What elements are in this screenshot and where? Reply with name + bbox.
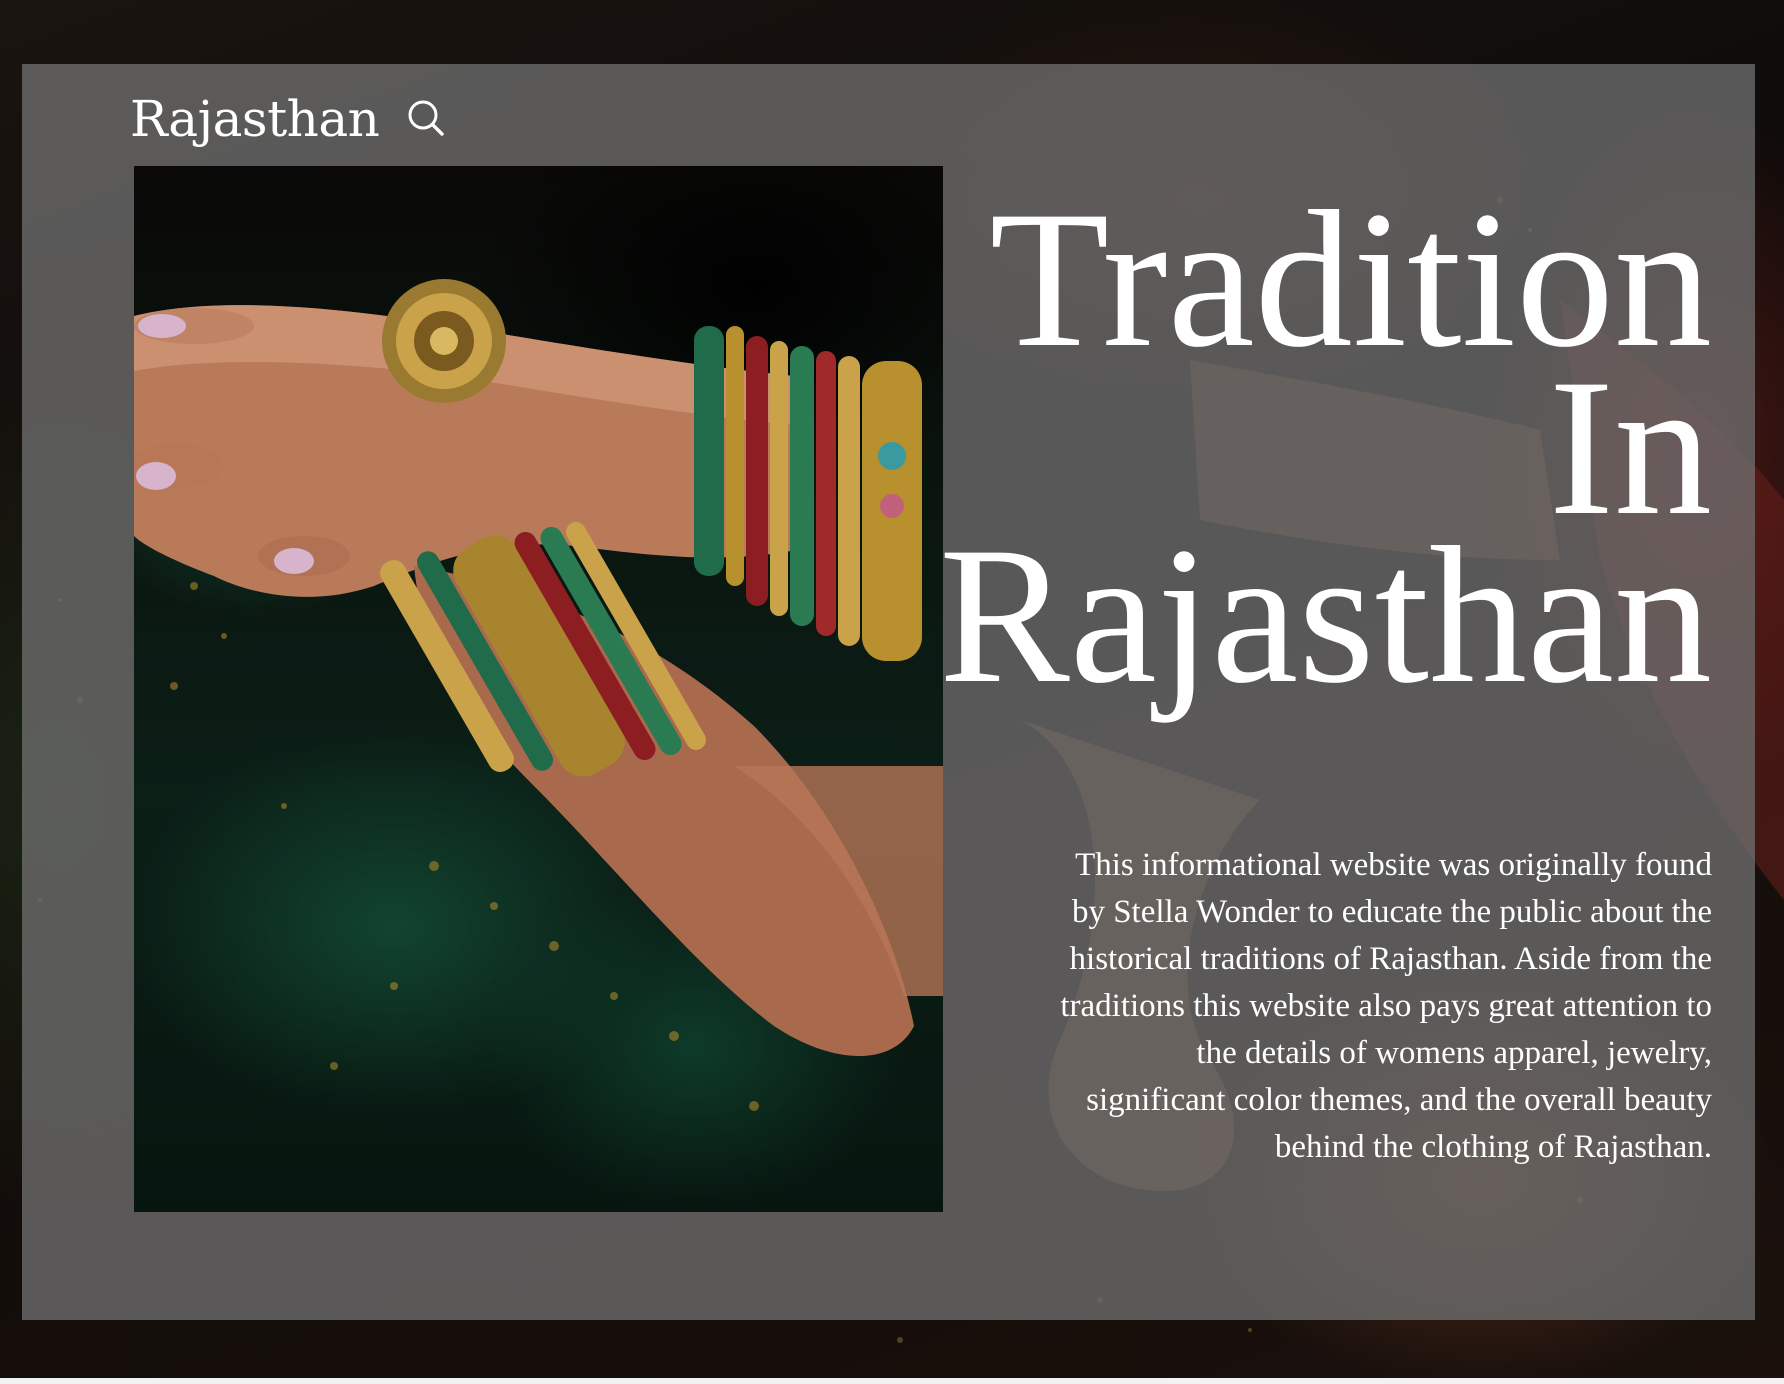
search-icon[interactable]	[404, 96, 448, 140]
hero-title-line: Rajasthan	[939, 507, 1712, 724]
bottom-divider	[0, 1378, 1784, 1384]
intro-paragraph: This informational website was originall…	[1060, 847, 1712, 1165]
hero-title: Tradition In Rajasthan	[712, 182, 1712, 724]
page: Rajasthan Tradition In Rajasthan This in…	[0, 0, 1784, 1384]
brand-logo[interactable]: Rajasthan	[130, 84, 380, 154]
